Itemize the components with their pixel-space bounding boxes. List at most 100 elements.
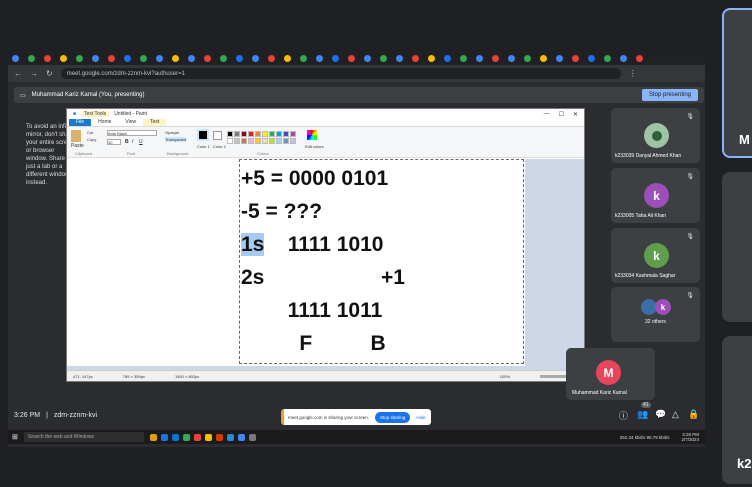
close-icon[interactable]: ✕ xyxy=(573,111,578,118)
browser-tab[interactable] xyxy=(460,54,474,63)
browser-tab[interactable] xyxy=(428,54,442,63)
minimize-icon[interactable]: — xyxy=(544,111,550,118)
palette-swatch[interactable] xyxy=(241,131,247,137)
browser-tab[interactable] xyxy=(524,54,538,63)
participant-tile-partial[interactable] xyxy=(722,172,752,322)
activities-icon[interactable]: △ xyxy=(672,409,679,420)
maximize-icon[interactable]: ☐ xyxy=(559,111,564,118)
windows-start-icon[interactable]: ⊞ xyxy=(12,433,18,441)
palette-swatch[interactable] xyxy=(290,138,296,144)
browser-tab[interactable] xyxy=(492,54,506,63)
browser-tab[interactable] xyxy=(28,54,42,63)
participant-tile[interactable]: 🎙 k233039 Danyal Ahmed Khan xyxy=(611,108,700,163)
browser-tab[interactable] xyxy=(140,54,154,63)
paste-button[interactable]: Paste xyxy=(71,130,84,149)
browser-tab[interactable] xyxy=(588,54,602,63)
browser-tab[interactable] xyxy=(556,54,570,63)
palette-swatch[interactable] xyxy=(269,138,275,144)
reload-icon[interactable]: ↻ xyxy=(46,69,53,78)
browser-tab[interactable] xyxy=(364,54,378,63)
browser-tab[interactable] xyxy=(316,54,330,63)
palette-swatch[interactable] xyxy=(276,131,282,137)
forward-icon[interactable]: → xyxy=(30,69,38,78)
browser-tab[interactable] xyxy=(76,54,90,63)
menu-view[interactable]: View xyxy=(118,119,143,126)
extensions-icon[interactable]: ⋮ xyxy=(629,69,637,78)
self-tile-partial[interactable]: M xyxy=(722,8,752,158)
browser-tab[interactable] xyxy=(508,54,522,63)
palette-swatch[interactable] xyxy=(290,131,296,137)
menu-home[interactable]: Home xyxy=(91,119,118,126)
palette-swatch[interactable] xyxy=(248,131,254,137)
drawing-canvas[interactable]: +5 = 0000 0101 -5 = ??? 1s 1111 1010 2s … xyxy=(67,159,525,366)
participant-tile[interactable]: k 🎙 k233034 Kashmala Saghar xyxy=(611,228,700,283)
taskbar-clock[interactable]: 3:26 PM 2/7/2024 xyxy=(681,432,705,442)
participant-tile[interactable]: k 🎙 k233005 Taha Ali Khan xyxy=(611,168,700,223)
browser-tab[interactable] xyxy=(444,54,458,63)
palette-swatch[interactable] xyxy=(283,131,289,137)
browser-tab[interactable] xyxy=(92,54,106,63)
taskbar-app-icon[interactable] xyxy=(182,433,190,441)
stop-presenting-button[interactable]: Stop presenting xyxy=(642,89,698,101)
menu-text[interactable]: Text xyxy=(143,119,167,126)
browser-tab[interactable] xyxy=(300,54,314,63)
browser-tab[interactable] xyxy=(412,54,426,63)
taskbar-app-icon[interactable] xyxy=(204,433,212,441)
opaque-option[interactable]: Opaque xyxy=(165,130,179,135)
taskbar-app-icon[interactable] xyxy=(160,433,168,441)
browser-tab[interactable] xyxy=(252,54,266,63)
browser-tab[interactable] xyxy=(124,54,138,63)
browser-tab[interactable] xyxy=(44,54,58,63)
palette-swatch[interactable] xyxy=(262,138,268,144)
palette-swatch[interactable] xyxy=(227,138,233,144)
hide-link[interactable]: Hide xyxy=(416,415,425,420)
self-tile[interactable]: M Muhammad Kariz Kamal xyxy=(566,348,655,400)
browser-tab[interactable] xyxy=(172,54,186,63)
text-tools-tab[interactable]: Text Tools xyxy=(81,111,110,117)
cut-button[interactable]: Cut xyxy=(87,130,93,135)
palette-swatch[interactable] xyxy=(255,138,261,144)
browser-tab[interactable] xyxy=(348,54,362,63)
back-icon[interactable]: ← xyxy=(14,69,22,78)
browser-tab[interactable] xyxy=(620,54,634,63)
font-size-select[interactable]: 40 xyxy=(107,139,121,145)
browser-tab[interactable] xyxy=(236,54,250,63)
taskbar-app-icon[interactable] xyxy=(226,433,234,441)
taskbar-app-icon[interactable] xyxy=(215,433,223,441)
italic-button[interactable]: I xyxy=(132,139,133,145)
browser-tab[interactable] xyxy=(188,54,202,63)
taskbar-search[interactable]: Search the web and Windows xyxy=(23,432,144,442)
browser-tab[interactable] xyxy=(476,54,490,63)
browser-tab[interactable] xyxy=(220,54,234,63)
others-tile[interactable]: k 🎙 32 others xyxy=(611,287,700,342)
palette-swatch[interactable] xyxy=(241,138,247,144)
info-icon[interactable]: ⓘ xyxy=(619,409,628,422)
url-field[interactable]: meet.google.com/zdm-zznm-kvi?authuser=1 xyxy=(60,68,621,79)
copy-button[interactable]: Copy xyxy=(87,137,96,142)
palette-swatch[interactable] xyxy=(234,131,240,137)
people-icon[interactable]: 👥 xyxy=(637,409,648,420)
bold-button[interactable]: B xyxy=(125,139,129,145)
host-controls-icon[interactable]: 🔒 xyxy=(688,409,699,420)
stop-sharing-button[interactable]: Stop sharing xyxy=(375,411,411,423)
chat-icon[interactable]: 💬 xyxy=(655,409,666,420)
palette-swatch[interactable] xyxy=(269,131,275,137)
participant-tile-partial[interactable]: k2 xyxy=(722,336,752,484)
palette-swatch[interactable] xyxy=(276,138,282,144)
font-family-select[interactable]: Arial Black xyxy=(107,130,157,136)
edit-colors-icon[interactable] xyxy=(307,130,317,140)
palette-swatch[interactable] xyxy=(248,138,254,144)
palette-swatch[interactable] xyxy=(255,131,261,137)
menu-file[interactable]: File xyxy=(69,119,92,126)
browser-tab[interactable] xyxy=(380,54,394,63)
browser-tab[interactable] xyxy=(540,54,554,63)
browser-tab[interactable] xyxy=(268,54,282,63)
taskbar-app-icon[interactable] xyxy=(237,433,245,441)
browser-tab[interactable] xyxy=(60,54,74,63)
browser-tab[interactable] xyxy=(396,54,410,63)
underline-button[interactable]: U xyxy=(139,139,143,145)
browser-tab[interactable] xyxy=(156,54,170,63)
browser-tab[interactable] xyxy=(108,54,122,63)
palette-swatch[interactable] xyxy=(262,131,268,137)
browser-tab[interactable] xyxy=(572,54,586,63)
